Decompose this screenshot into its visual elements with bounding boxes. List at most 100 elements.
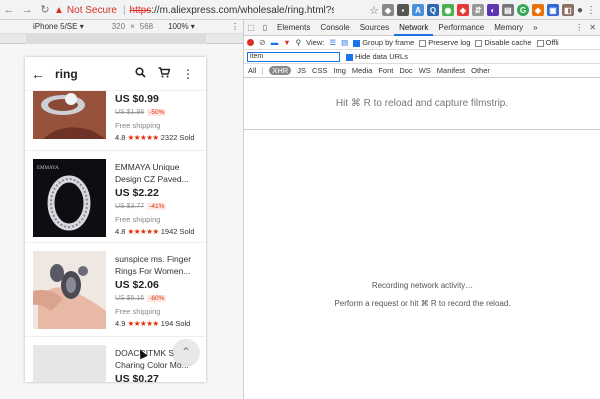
tab-memory[interactable]: Memory	[489, 20, 528, 36]
ext-grammarly-icon[interactable]: G	[516, 4, 529, 16]
camera-icon[interactable]: ▬	[271, 38, 279, 47]
type-doc[interactable]: Doc	[399, 66, 412, 75]
search-icon[interactable]: ⚲	[296, 38, 302, 47]
stars-icon: ★★★★★	[127, 319, 160, 328]
filter-icon[interactable]: ▼	[283, 38, 290, 47]
product-info: US $0.99 US $1.98 -50% Free shipping 4.8 …	[115, 91, 205, 142]
checkbox[interactable]	[475, 39, 483, 47]
tab-sources[interactable]: Sources	[355, 20, 394, 36]
ext-purple-icon[interactable]: ◐	[486, 4, 499, 16]
shipping-label: Free shipping	[115, 307, 161, 316]
large-rows-icon[interactable]: ☰	[329, 38, 336, 47]
clear-icon[interactable]: ⊘	[259, 38, 266, 47]
zoom-select[interactable]: 100% ▾	[168, 22, 195, 31]
network-toolbar: ⊘ ▬ ▼ ⚲ View: ☰ ▤ Group by frame Preserv…	[244, 36, 600, 50]
ext-dark-icon[interactable]: ▪	[396, 4, 409, 16]
record-button[interactable]	[247, 39, 254, 46]
product-price: US $0.99	[115, 93, 159, 105]
filter-input[interactable]: item	[247, 51, 340, 62]
type-font[interactable]: Font	[378, 66, 393, 75]
ext-brown-icon[interactable]: ◧	[561, 4, 574, 16]
rating-value: 4.9	[115, 319, 126, 328]
type-xhr[interactable]: XHR	[269, 66, 292, 75]
type-all[interactable]: All	[248, 66, 256, 75]
sold-count: 194 Sold	[160, 319, 191, 328]
product-price: US $0.27	[115, 373, 159, 382]
ext-blue2-icon[interactable]: Q	[426, 4, 439, 16]
type-other[interactable]: Other	[471, 66, 490, 75]
ext-gray-icon[interactable]: ◆	[381, 4, 394, 16]
device-width[interactable]: 320	[112, 22, 125, 31]
reload-icon[interactable]: ↻	[36, 0, 54, 20]
menu-kebab-icon[interactable]: ⋮	[586, 5, 596, 16]
checkbox[interactable]	[419, 39, 427, 47]
product-image[interactable]	[33, 91, 106, 139]
ext-green-icon[interactable]: ◉	[441, 4, 454, 16]
hide-data-urls-option[interactable]: Hide data URLs	[346, 52, 408, 61]
profile-icon[interactable]: ●	[577, 5, 583, 16]
close-devtools-icon[interactable]: ✕	[589, 23, 596, 32]
group-by-frame-option[interactable]: Group by frame	[353, 38, 414, 47]
list-item[interactable]: US $0.99 US $1.98 -50% Free shipping 4.8 …	[25, 91, 206, 151]
checkbox-checked[interactable]	[353, 39, 361, 47]
address-bar[interactable]: ▲ Not Secure | https://m.aliexpress.com/…	[54, 2, 334, 18]
rating-value: 4.8	[115, 133, 126, 142]
search-query[interactable]: ring	[55, 67, 128, 81]
type-ws[interactable]: WS	[419, 66, 431, 75]
device-toolbar: iPhone 5/SE ▾ 320 × 568 100% ▾ ⋮	[0, 20, 243, 34]
rating-value: 4.8	[115, 227, 126, 236]
security-label: Not Secure	[66, 4, 117, 16]
back-arrow-icon[interactable]: ←	[31, 66, 55, 82]
devtools-actions: ⋮ ✕	[575, 23, 600, 32]
tab-performance[interactable]: Performance	[433, 20, 489, 36]
checkbox-checked[interactable]	[346, 53, 353, 61]
type-manifest[interactable]: Manifest	[437, 66, 465, 75]
devtools-panel: ⬚ ▯ Elements Console Sources Network Per…	[243, 20, 600, 399]
cart-icon[interactable]	[152, 66, 176, 81]
ext-gray3-icon[interactable]: ▤	[501, 4, 514, 16]
back-arrow-icon[interactable]: ←	[0, 0, 18, 20]
inspect-element-icon[interactable]: ⬚	[244, 23, 258, 32]
disable-cache-option[interactable]: Disable cache	[475, 38, 532, 47]
product-image-placeholder[interactable]	[33, 345, 106, 382]
product-title[interactable]: EMMAYA Unique Design CZ Paved...	[115, 161, 205, 185]
device-more-icon[interactable]: ⋮	[231, 22, 239, 31]
list-item[interactable]: sunspice ms. Finger Rings For Women... U…	[25, 243, 206, 337]
checkbox[interactable]	[536, 39, 544, 47]
type-img[interactable]: Img	[333, 66, 346, 75]
disable-cache-label: Disable cache	[484, 38, 532, 47]
ext-orange-icon[interactable]: ◆	[531, 4, 544, 16]
extension-icons: ☆ ◆ ▪ A Q ◉ ◈ ⇵ ◐ ▤ G ◆ ▣ ◧ ● ⋮	[369, 0, 600, 20]
tab-network[interactable]: Network	[394, 20, 434, 36]
type-media[interactable]: Media	[352, 66, 372, 75]
discount-badge: -41%	[147, 203, 167, 210]
ext-gray2-icon[interactable]: ⇵	[471, 4, 484, 16]
device-select[interactable]: iPhone 5/SE ▾	[33, 22, 84, 31]
product-title[interactable]: sunspice ms. Finger Rings For Women...	[115, 253, 205, 277]
offline-option[interactable]: Offli	[536, 38, 559, 47]
scroll-to-top-button[interactable]: ⌃	[173, 339, 199, 365]
device-height[interactable]: 568	[140, 22, 153, 31]
rating-row: 4.8 ★★★★★ 2322 Sold	[115, 133, 205, 142]
product-image[interactable]	[33, 251, 106, 329]
devtools-menu-icon[interactable]: ⋮	[575, 23, 583, 32]
star-bookmark-icon[interactable]: ☆	[369, 4, 379, 17]
list-item[interactable]: EMMAYA EMMAYA Unique Design CZ Paved... …	[25, 151, 206, 243]
type-css[interactable]: CSS	[312, 66, 327, 75]
device-toggle-icon[interactable]: ▯	[258, 23, 272, 32]
stars-icon: ★★★★★	[127, 227, 160, 236]
rating-row: 4.9 ★★★★★ 194 Sold	[115, 319, 205, 328]
tab-console[interactable]: Console	[315, 20, 354, 36]
preserve-log-option[interactable]: Preserve log	[419, 38, 470, 47]
tab-elements[interactable]: Elements	[272, 20, 315, 36]
type-js[interactable]: JS	[297, 66, 306, 75]
ext-blue3-icon[interactable]: ▣	[546, 4, 559, 16]
search-icon[interactable]	[128, 66, 152, 81]
overview-icon[interactable]: ▤	[341, 38, 348, 47]
more-tabs-button[interactable]: »	[528, 20, 542, 36]
more-menu-icon[interactable]: ⋮	[176, 67, 200, 81]
ext-blue-icon[interactable]: A	[411, 4, 424, 16]
forward-arrow-icon[interactable]: →	[18, 0, 36, 20]
product-image[interactable]: EMMAYA	[33, 159, 106, 237]
ext-red-icon[interactable]: ◈	[456, 4, 469, 16]
